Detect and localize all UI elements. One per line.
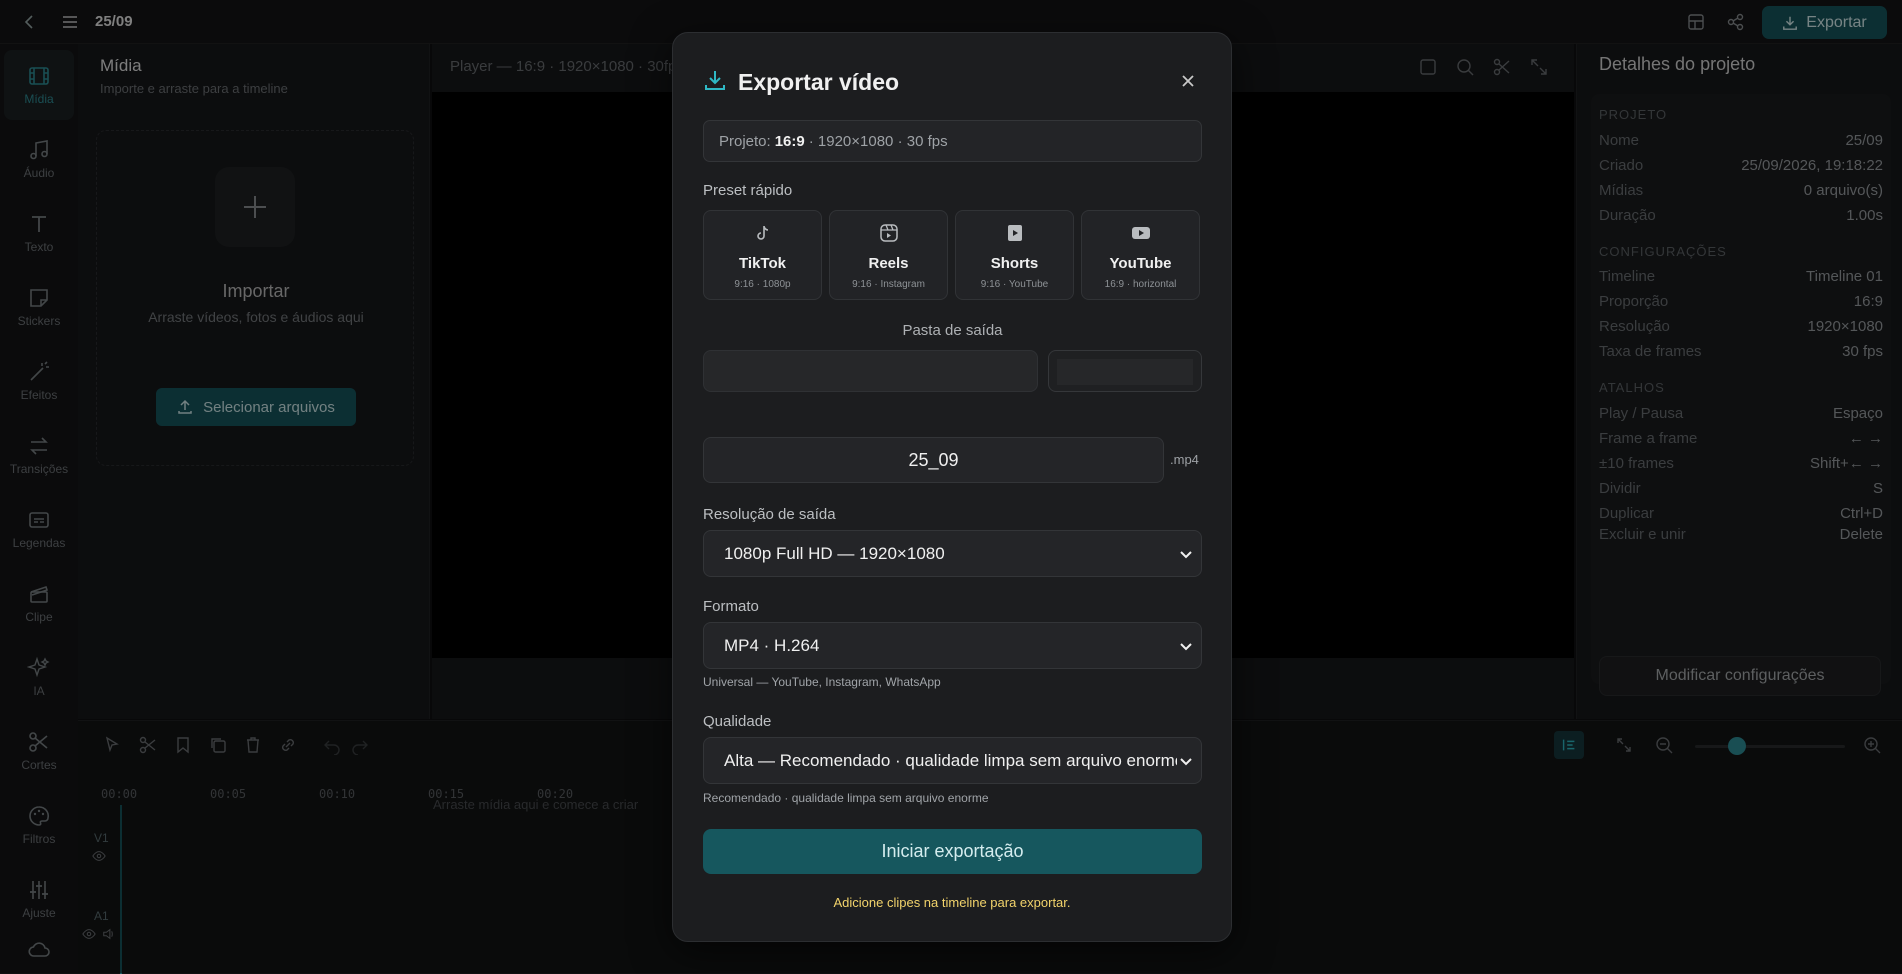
format-label: Formato bbox=[703, 598, 759, 615]
quality-value: Alta — Recomendado · qualidade limpa sem… bbox=[724, 750, 1185, 770]
preset-desc: 9:16 · 1080p bbox=[734, 279, 791, 290]
export-warning: Adicione clipes na timeline para exporta… bbox=[833, 895, 1071, 910]
resolution-label: Resolução de saída bbox=[703, 506, 836, 523]
preset-desc: 9:16 · Instagram bbox=[852, 279, 925, 290]
project-suffix: · 1920×1080 · 30 fps bbox=[808, 132, 948, 150]
resolution-value: 1080p Full HD — 1920×1080 bbox=[724, 543, 945, 563]
start-export-button[interactable]: Iniciar exportação bbox=[703, 829, 1202, 874]
dialog-title: Exportar vídeo bbox=[738, 69, 900, 95]
filename-input[interactable]: 25_09 bbox=[703, 437, 1164, 483]
download-icon bbox=[703, 68, 727, 92]
close-icon[interactable] bbox=[1178, 71, 1198, 91]
tiktok-icon bbox=[757, 225, 769, 240]
preset-name: Shorts bbox=[990, 255, 1039, 272]
chevron-down-icon bbox=[1177, 752, 1195, 770]
quality-select[interactable]: Alta — Recomendado · qualidade limpa sem… bbox=[703, 737, 1202, 784]
preset-reels[interactable]: Reels 9:16 · Instagram bbox=[829, 210, 948, 300]
project-info: Projeto: 16:9 · 1920×1080 · 30 fps bbox=[703, 120, 1202, 162]
file-extension: .mp4 bbox=[1170, 452, 1199, 467]
output-folder-label: Pasta de saída bbox=[902, 322, 1003, 339]
export-dialog: Exportar vídeo Projeto: 16:9 · 1920×1080… bbox=[672, 32, 1232, 942]
resolution-select[interactable]: 1080p Full HD — 1920×1080 bbox=[703, 530, 1202, 577]
quality-help: Recomendado · qualidade limpa sem arquiv… bbox=[703, 791, 989, 805]
preset-name: Reels bbox=[868, 255, 909, 272]
chevron-down-icon bbox=[1177, 545, 1195, 563]
browse-folder-inner bbox=[1057, 359, 1193, 385]
preset-desc: 9:16 · YouTube bbox=[980, 279, 1049, 290]
format-help: Universal — YouTube, Instagram, WhatsApp bbox=[703, 675, 941, 689]
quality-label: Qualidade bbox=[703, 713, 772, 730]
preset-name: TikTok bbox=[739, 255, 786, 272]
preset-youtube[interactable]: YouTube 16:9 · horizontal bbox=[1081, 210, 1200, 300]
preset-tiktok[interactable]: TikTok 9:16 · 1080p bbox=[703, 210, 822, 300]
preset-name: YouTube bbox=[1109, 255, 1172, 272]
browse-folder-button[interactable] bbox=[1048, 350, 1202, 392]
output-folder-field[interactable] bbox=[703, 350, 1038, 392]
preset-label: Preset rápido bbox=[703, 182, 793, 199]
chevron-down-icon bbox=[1177, 637, 1195, 655]
format-select[interactable]: MP4 · H.264 bbox=[703, 622, 1202, 669]
format-value: MP4 · H.264 bbox=[724, 635, 820, 655]
shorts-icon bbox=[1008, 225, 1022, 241]
youtube-icon bbox=[1132, 227, 1150, 239]
project-prefix: Projeto: bbox=[719, 132, 771, 150]
preset-desc: 16:9 · horizontal bbox=[1104, 279, 1177, 290]
preset-shorts[interactable]: Shorts 9:16 · YouTube bbox=[955, 210, 1074, 300]
project-ratio: 16:9 bbox=[774, 132, 805, 150]
reels-icon bbox=[880, 224, 898, 242]
